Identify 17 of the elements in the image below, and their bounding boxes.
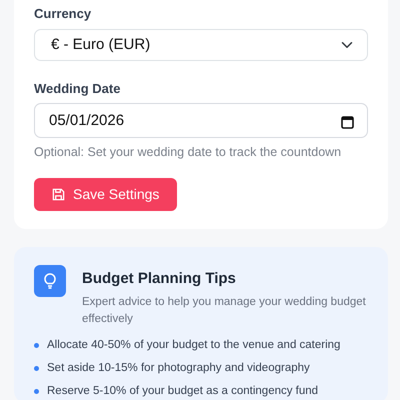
tips-subtitle: Expert advice to help you manage your wedding budget effectively [82,295,367,328]
wedding-date-field[interactable]: 05/01/2026 [34,103,368,138]
floppy-disk-icon [52,188,65,201]
bullet-icon [34,366,39,372]
tips-title: Budget Planning Tips [82,268,237,289]
lightbulb-icon [34,264,66,297]
tip-text: Reserve 5-10% of your budget as a contingency fund [47,384,318,400]
calendar-icon [341,115,354,129]
bullet-icon [34,389,39,394]
wedding-date-label: Wedding Date [34,80,122,98]
tip-text: Set aside 10-15% for photography and videography [47,361,310,376]
help-text: Optional: Set your wedding date to track the countdown [34,144,342,161]
currency-select[interactable]: € - Euro (EUR) [34,28,368,60]
currency-label: Currency [34,5,92,23]
tip-text: Allocate 40-50% of your budget to the venue and catering [47,338,340,354]
bullet-icon [34,343,39,348]
save-settings-button[interactable]: Save Settings [34,178,178,211]
